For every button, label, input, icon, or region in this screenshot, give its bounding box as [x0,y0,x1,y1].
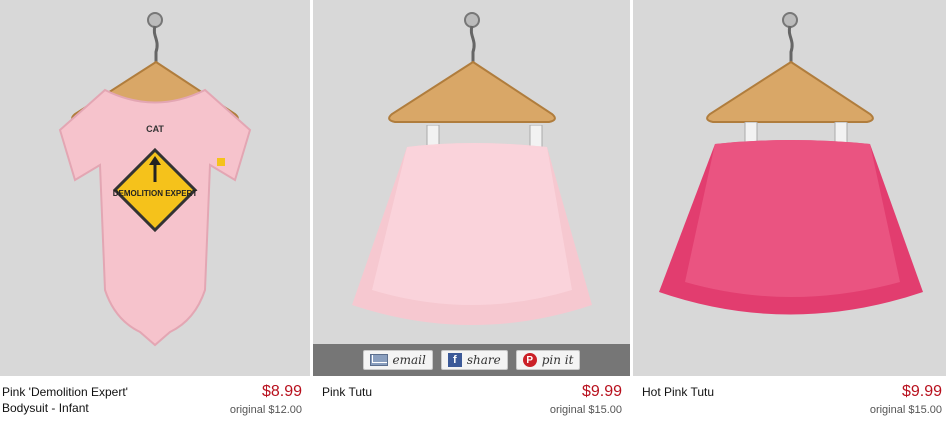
brand-label: CAT [146,124,164,134]
original-price: original $15.00 [549,404,622,416]
original-price: original $12.00 [229,404,302,416]
product-title-line1[interactable]: Hot Pink Tutu [642,384,842,400]
product-title-line1[interactable]: Pink 'Demolition Expert' [2,384,202,400]
original-price: original $15.00 [869,404,942,416]
tutu-garment [658,122,923,315]
pin-label: pin it [541,353,574,367]
product-image-pink-tutu[interactable]: email f share P pin it [313,0,630,376]
product-title[interactable]: Pink Tutu [322,384,522,400]
tutu-garment [351,125,592,325]
product-title-line2[interactable]: Bodysuit - Infant [2,400,202,416]
facebook-share-button[interactable]: f share [440,350,508,370]
product-title-line1[interactable]: Pink Tutu [322,384,522,400]
envelope-icon [369,354,388,366]
sale-price: $9.99 [581,383,622,400]
product-card-3[interactable]: Hot Pink Tutu $9.99 original $15.00 [633,0,946,434]
email-label: email [392,353,426,367]
share-label: share [466,353,501,367]
email-button[interactable]: email [362,350,433,370]
product-card-2[interactable]: email f share P pin it Pink Tutu $9.99 o… [313,0,630,434]
bodysuit-garment: DEMOLITION EXPERT CAT [58,88,252,347]
product-image-bodysuit[interactable]: DEMOLITION EXPERT CAT [0,0,310,376]
product-card-1[interactable]: DEMOLITION EXPERT CAT Pink 'Demolition E… [0,0,310,434]
pinterest-icon: P [522,353,537,367]
sale-price: $8.99 [261,383,302,400]
pinterest-button[interactable]: P pin it [515,350,581,370]
product-title[interactable]: Hot Pink Tutu [642,384,842,400]
hanger-icon [387,12,556,123]
product-title[interactable]: Pink 'Demolition Expert' Bodysuit - Infa… [2,384,202,416]
product-image-hot-pink-tutu[interactable] [633,0,946,376]
sign-text: DEMOLITION EXPERT [113,189,198,198]
facebook-icon: f [447,353,462,367]
share-bar: email f share P pin it [313,344,630,376]
sale-price: $9.99 [901,383,942,400]
